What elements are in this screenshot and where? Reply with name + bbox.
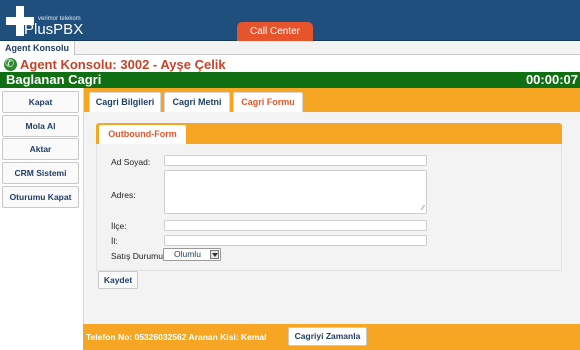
- save-button[interactable]: Kaydet: [98, 271, 138, 289]
- form-tab-strip: Outbound-Form: [96, 123, 562, 144]
- hangup-button[interactable]: Kapat: [2, 91, 79, 113]
- schedule-call-button[interactable]: Cagriyi Zamanla: [288, 327, 367, 346]
- tab-call-form[interactable]: Cagri Formu: [233, 92, 303, 112]
- resize-grip-icon[interactable]: ⁄⁄: [422, 204, 424, 212]
- district-input[interactable]: [164, 220, 427, 231]
- sub-navigation: Agent Konsolu: [0, 41, 580, 55]
- tab-call-script[interactable]: Cagri Metni: [164, 92, 230, 112]
- brand-name: PlusPBX: [24, 21, 84, 38]
- city-input[interactable]: [164, 235, 427, 246]
- app-header: verimor telekom PlusPBX Call Center: [0, 0, 580, 41]
- action-sidebar: Kapat Mola Al Aktar CRM Sistemi Oturumu …: [0, 88, 82, 350]
- call-status-bar: Baglanan Cagri 00:00:07: [0, 72, 580, 88]
- tab-call-info[interactable]: Cagri Bilgileri: [89, 92, 161, 112]
- app-logo[interactable]: verimor telekom PlusPBX: [6, 6, 96, 38]
- sales-status-label: Satış Durumu:: [111, 251, 166, 261]
- district-label: İlçe:: [111, 221, 127, 231]
- agent-header: Agent Konsolu: 3002 - Ayşe Çelik: [0, 56, 580, 73]
- call-status-title: Baglanan Cagri: [6, 72, 102, 87]
- logout-button[interactable]: Oturumu Kapat: [2, 186, 79, 208]
- agent-title: Agent Konsolu: 3002 - Ayşe Çelik: [20, 57, 226, 72]
- name-label: Ad Soyad:: [111, 157, 151, 167]
- chevron-down-icon: [210, 250, 219, 259]
- call-info-footer: Telefon No: 05326032562 Aranan Kisi: Kem…: [83, 324, 580, 350]
- phone-icon: [4, 57, 17, 71]
- call-tabs: Cagri Bilgileri Cagri Metni Cagri Formu: [84, 88, 580, 112]
- break-button[interactable]: Mola Al: [2, 115, 79, 137]
- form-body: Ad Soyad: Adres: ⁄⁄ İlçe: İl: Satış Duru…: [96, 144, 562, 271]
- address-label: Adres:: [111, 190, 136, 200]
- nav-item-agent-konsolu[interactable]: Agent Konsolu: [0, 41, 75, 55]
- sales-status-select[interactable]: Olumlu: [163, 248, 221, 261]
- main-content: Cagri Bilgileri Cagri Metni Cagri Formu …: [83, 88, 580, 324]
- call-details-text: Telefon No: 05326032562 Aranan Kisi: Kem…: [86, 332, 267, 342]
- outbound-form-panel: Outbound-Form Ad Soyad: Adres: ⁄⁄ İlçe: …: [96, 123, 562, 271]
- tab-call-center[interactable]: Call Center: [237, 22, 313, 41]
- address-textarea[interactable]: ⁄⁄: [164, 170, 427, 214]
- city-label: İl:: [111, 236, 118, 246]
- tab-outbound-form[interactable]: Outbound-Form: [99, 125, 186, 144]
- sales-status-value: Olumlu: [174, 249, 201, 259]
- crm-system-button[interactable]: CRM Sistemi: [2, 162, 79, 184]
- call-timer: 00:00:07: [525, 72, 578, 87]
- name-input[interactable]: [164, 155, 427, 166]
- transfer-button[interactable]: Aktar: [2, 138, 79, 160]
